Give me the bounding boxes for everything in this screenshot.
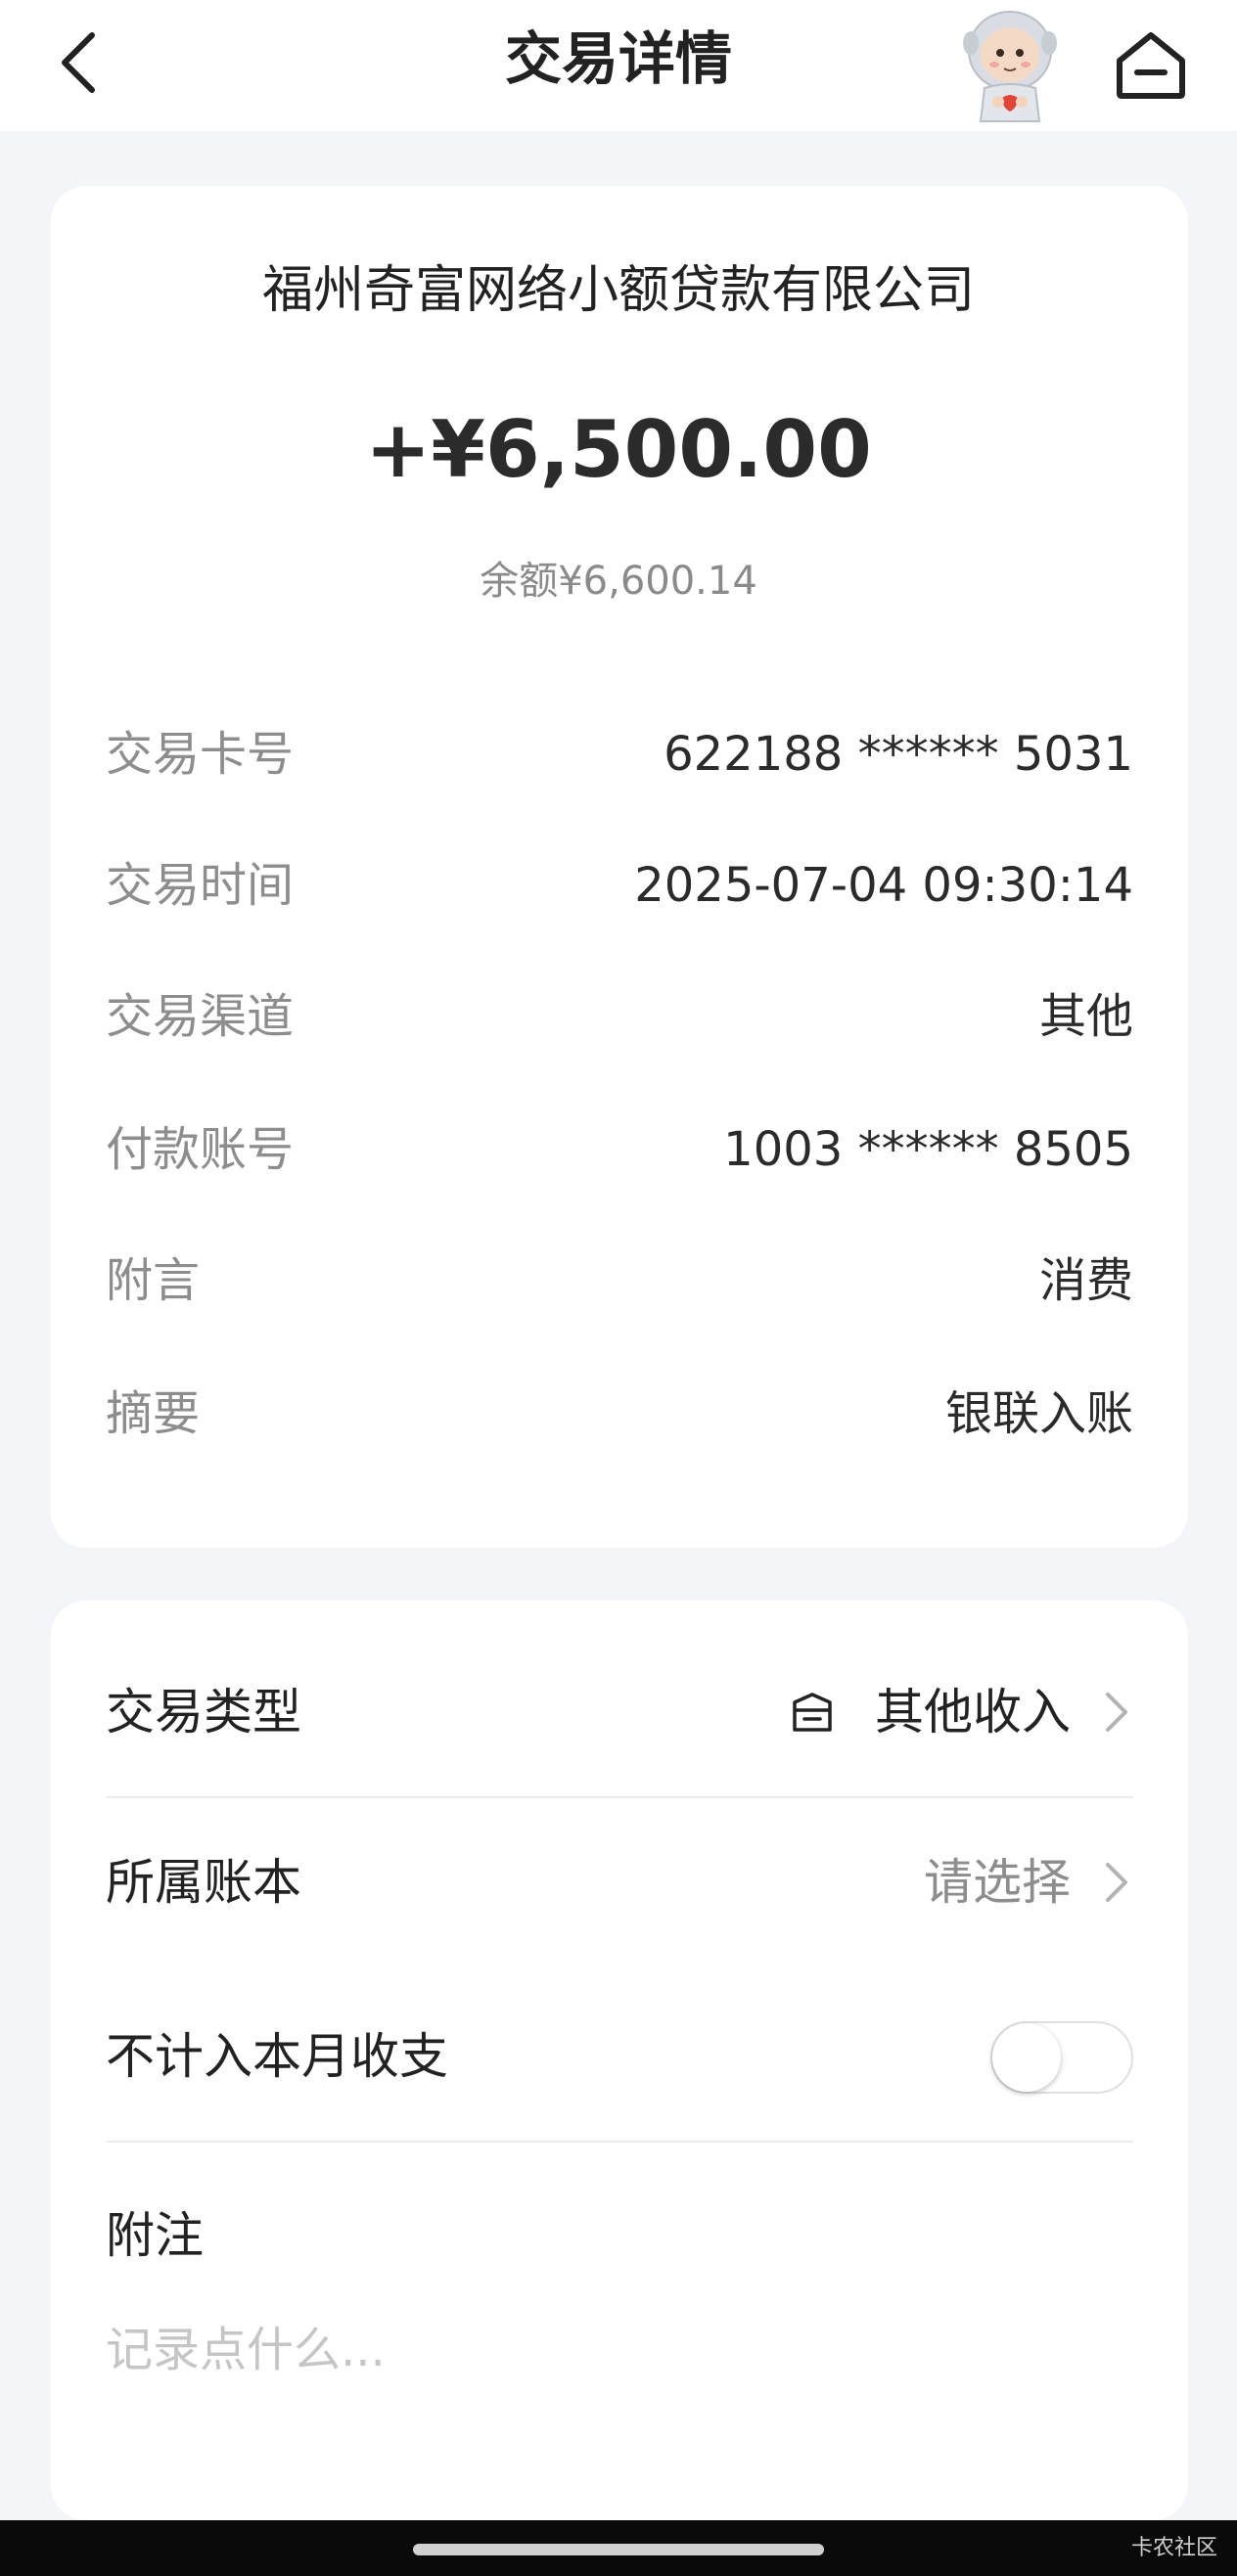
merchant-name: 福州奇富网络小额贷款有限公司 xyxy=(261,261,975,320)
detail-row-card-number: 交易卡号 622188 ****** 5031 xyxy=(106,720,1133,789)
account-book-row[interactable]: 所属账本 请选择 xyxy=(106,1843,1133,1921)
transaction-type-label: 交易类型 xyxy=(106,1684,301,1740)
detail-label: 付款账号 xyxy=(106,1122,295,1177)
account-book-label: 所属账本 xyxy=(106,1854,301,1911)
account-balance: 余额¥6,600.14 xyxy=(480,559,757,604)
home-indicator[interactable] xyxy=(413,2544,824,2555)
system-navigation-bar: 卡农社区 xyxy=(0,2520,1237,2576)
transaction-type-value: 其他收入 xyxy=(875,1684,1071,1740)
divider xyxy=(106,1796,1133,1798)
detail-row-summary: 摘要 银联入账 xyxy=(106,1379,1133,1448)
detail-value: 消费 xyxy=(1038,1253,1133,1308)
detail-value: 2025-07-04 09:30:14 xyxy=(634,858,1133,913)
detail-value: 1003 ****** 8505 xyxy=(723,1122,1133,1177)
detail-value: 622188 ****** 5031 xyxy=(664,727,1133,782)
detail-label: 交易渠道 xyxy=(106,989,295,1044)
divider xyxy=(106,2141,1133,2143)
account-book-value: 请选择 xyxy=(924,1854,1071,1911)
detail-row-message: 附言 消费 xyxy=(106,1246,1133,1315)
note-input[interactable] xyxy=(106,2311,1133,2389)
exclude-monthly-row: 不计入本月收支 xyxy=(106,2017,1133,2096)
toggle-knob xyxy=(992,2023,1061,2092)
category-icon xyxy=(793,1693,832,1732)
chevron-right-icon xyxy=(1106,1693,1127,1732)
exclude-monthly-label: 不计入本月收支 xyxy=(106,2028,448,2085)
watermark: 卡农社区 xyxy=(1130,2536,1217,2560)
detail-value: 其他 xyxy=(1038,989,1133,1044)
mascot-avatar[interactable] xyxy=(951,4,1069,125)
transaction-type-row[interactable]: 交易类型 其他收入 xyxy=(106,1673,1133,1751)
detail-row-payer-account: 付款账号 1003 ****** 8505 xyxy=(106,1115,1133,1184)
detail-row-channel: 交易渠道 其他 xyxy=(106,982,1133,1051)
detail-label: 摘要 xyxy=(106,1386,201,1441)
home-icon xyxy=(1117,32,1185,99)
detail-row-time: 交易时间 2025-07-04 09:30:14 xyxy=(106,851,1133,920)
transaction-amount: +¥6,500.00 xyxy=(365,404,872,495)
detail-label: 附言 xyxy=(106,1253,201,1308)
detail-label: 交易时间 xyxy=(106,858,295,913)
detail-label: 交易卡号 xyxy=(106,727,295,782)
detail-value: 银联入账 xyxy=(944,1386,1133,1441)
exclude-monthly-toggle[interactable] xyxy=(990,2021,1133,2094)
home-button[interactable] xyxy=(1114,27,1188,102)
top-bar: 交易详情 xyxy=(0,0,1237,131)
chevron-right-icon xyxy=(1106,1863,1127,1902)
transaction-detail-page: 交易详情 福州奇富网络小额贷款有限公司 +¥6,500.00 余额¥6,600.… xyxy=(0,0,1237,2576)
note-label: 附注 xyxy=(106,2207,204,2264)
